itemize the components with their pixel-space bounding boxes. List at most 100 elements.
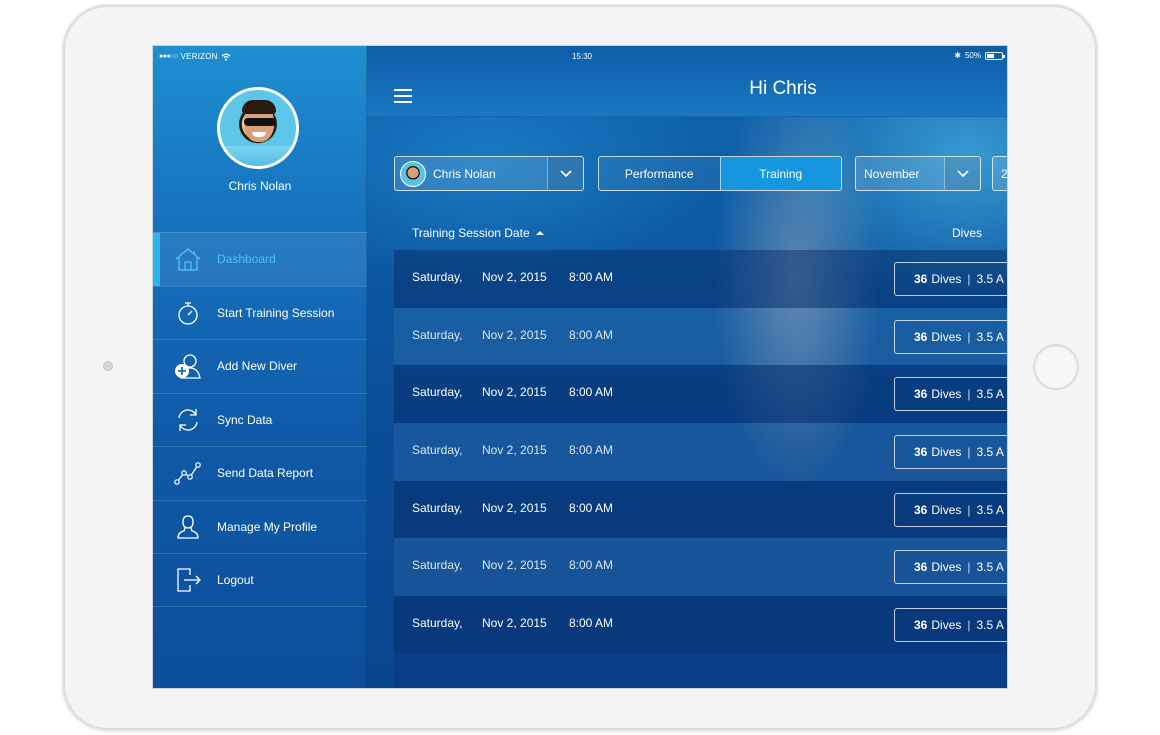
sidebar-item-send-report[interactable]: Send Data Report [153,446,367,500]
sidebar-item-add-diver[interactable]: Add New Diver [153,339,367,393]
row-day: Saturday, [412,385,463,400]
table-row[interactable]: Saturday, Nov 2, 2015 8:00 AM 36 Dives | 3.… [394,250,1007,308]
dives-label: Dives [931,329,962,344]
tab-performance[interactable]: Performance [599,157,720,190]
sidebar-item-start-training[interactable]: Start Training Session [153,285,367,340]
profile-avatar[interactable] [217,87,299,169]
row-time: 8:00 AM [569,270,614,284]
sidebar-item-label: Dashboard [217,252,276,267]
bluetooth-icon: ✱ [954,51,961,60]
row-date: Nov 2, 2015 [482,270,547,284]
row-time: 8:00 AM [569,327,614,342]
dives-label: Dives [931,272,962,286]
dives-label: Dives [931,560,962,575]
dives-summary[interactable]: 36 Dives | 3.5 A [894,262,1007,296]
column-header-date-label: Training Session Date [412,226,530,240]
table-row[interactable]: Saturday, Nov 2, 2015 8:00 AM 36 Dives | 3.… [394,365,1007,424]
sidebar-item-label: Sync Data [217,412,273,427]
dives-count: 36 [914,329,928,344]
table-row[interactable]: Saturday, Nov 2, 2015 8:00 AM 36 Dives | 3.… [394,480,1007,539]
chevron-down-icon [944,157,980,190]
dives-summary[interactable]: 36 Dives | 3.5 A [894,319,1007,354]
home-icon [173,244,203,274]
table-row[interactable]: Saturday, Nov 2, 2015 8:00 AM 36 Dives | 3.… [394,423,1007,481]
row-date: Nov 2, 2015 [482,558,547,573]
dives-count: 36 [914,272,928,286]
dives-separator: | [967,387,971,402]
main-content: 15:30 ✱ 50% Hi Chris Chris Nolan Perform… [367,46,1007,688]
row-date: Nov 2, 2015 [482,327,547,342]
table-row[interactable]: Saturday, Nov 2, 2015 8:00 AM 36 Dives | 3.… [394,307,1007,366]
front-camera [103,361,113,371]
dives-average: 3.5 A [976,387,1004,402]
dives-summary[interactable]: 36 Dives | 3.5 A [894,550,1007,585]
status-time: 15:30 [571,52,593,61]
column-header-date[interactable]: Training Session Date [412,226,544,240]
row-day: Saturday, [412,616,463,631]
sidebar-item-label: Send Data Report [217,466,314,481]
dives-separator: | [967,502,971,517]
row-date: Nov 2, 2015 [482,616,547,631]
user-icon [173,512,203,542]
sidebar-item-logout[interactable]: Logout [153,553,367,607]
row-day: Saturday, [412,270,463,284]
page-title: Hi Chris [749,78,817,99]
row-time: 8:00 AM [569,500,614,515]
menu-icon[interactable] [394,89,412,103]
dives-summary[interactable]: 36 Dives | 3.5 A [894,435,1007,470]
dives-average: 3.5 A [976,329,1004,344]
dives-average: 3.5 A [976,502,1004,517]
header-bar: 15:30 ✱ 50% Hi Chris [367,46,1007,117]
table-row[interactable]: Saturday, Nov 2, 2015 8:00 AM 36 Dives | 3.… [394,538,1007,597]
dives-label: Dives [931,387,962,402]
wifi-icon [221,53,231,61]
status-carrier: ●●●○○ VERIZON [159,52,231,61]
row-time: 8:00 AM [569,558,614,573]
diver-avatar [400,161,426,187]
dives-count: 36 [914,502,928,517]
dives-separator: | [967,329,971,344]
carrier-label: VERIZON [180,52,218,61]
sidebar-item-label: Add New Diver [217,359,298,374]
sidebar: ●●●○○ VERIZON Chris Nolan Dashboard Star… [153,46,367,688]
year-dropdown[interactable]: 2 [992,156,1007,191]
sidebar-item-sync-data[interactable]: Sync Data [153,392,367,447]
dives-separator: | [967,560,971,575]
profile-name: Chris Nolan [228,179,292,193]
sidebar-item-label: Manage My Profile [217,519,318,534]
dives-summary[interactable]: 36 Dives | 3.5 A [894,608,1007,643]
row-date: Nov 2, 2015 [482,385,547,400]
row-time: 8:00 AM [569,385,614,400]
status-battery: ✱ 50% [954,51,1005,60]
stopwatch-icon [173,298,203,328]
dives-summary[interactable]: 36 Dives | 3.5 A [894,377,1007,412]
sidebar-item-label: Logout [217,572,254,587]
sidebar-item-dashboard[interactable]: Dashboard [153,232,367,286]
dives-label: Dives [931,445,962,460]
table-row[interactable]: Saturday, Nov 2, 2015 8:00 AM 36 Dives | 3.… [394,596,1007,654]
dives-separator: | [967,445,971,460]
tab-training[interactable]: Training [719,157,841,190]
app-screen: ●●●○○ VERIZON Chris Nolan Dashboard Star… [152,45,1008,689]
dives-label: Dives [931,618,962,633]
home-button[interactable] [1033,344,1079,390]
month-dropdown-value: November [864,167,920,181]
dives-average: 3.5 A [976,272,1004,286]
dives-count: 36 [914,560,928,575]
battery-icon [985,51,1005,60]
diver-dropdown[interactable]: Chris Nolan [394,156,584,191]
chevron-down-icon [547,157,583,190]
add-user-icon [173,351,203,381]
dives-summary[interactable]: 36 Dives | 3.5 A [894,492,1007,527]
row-day: Saturday, [412,327,463,342]
month-dropdown[interactable]: November [855,156,981,191]
sidebar-item-manage-profile[interactable]: Manage My Profile [153,499,367,554]
dives-separator: | [967,618,971,633]
chart-line-icon [173,458,203,488]
row-day: Saturday, [412,443,463,458]
dives-average: 3.5 A [976,618,1004,633]
sync-icon [173,405,203,435]
signal-icon: ●●●○○ [159,53,178,60]
column-header-dives[interactable]: Dives [952,226,982,240]
row-time: 8:00 AM [569,616,614,631]
